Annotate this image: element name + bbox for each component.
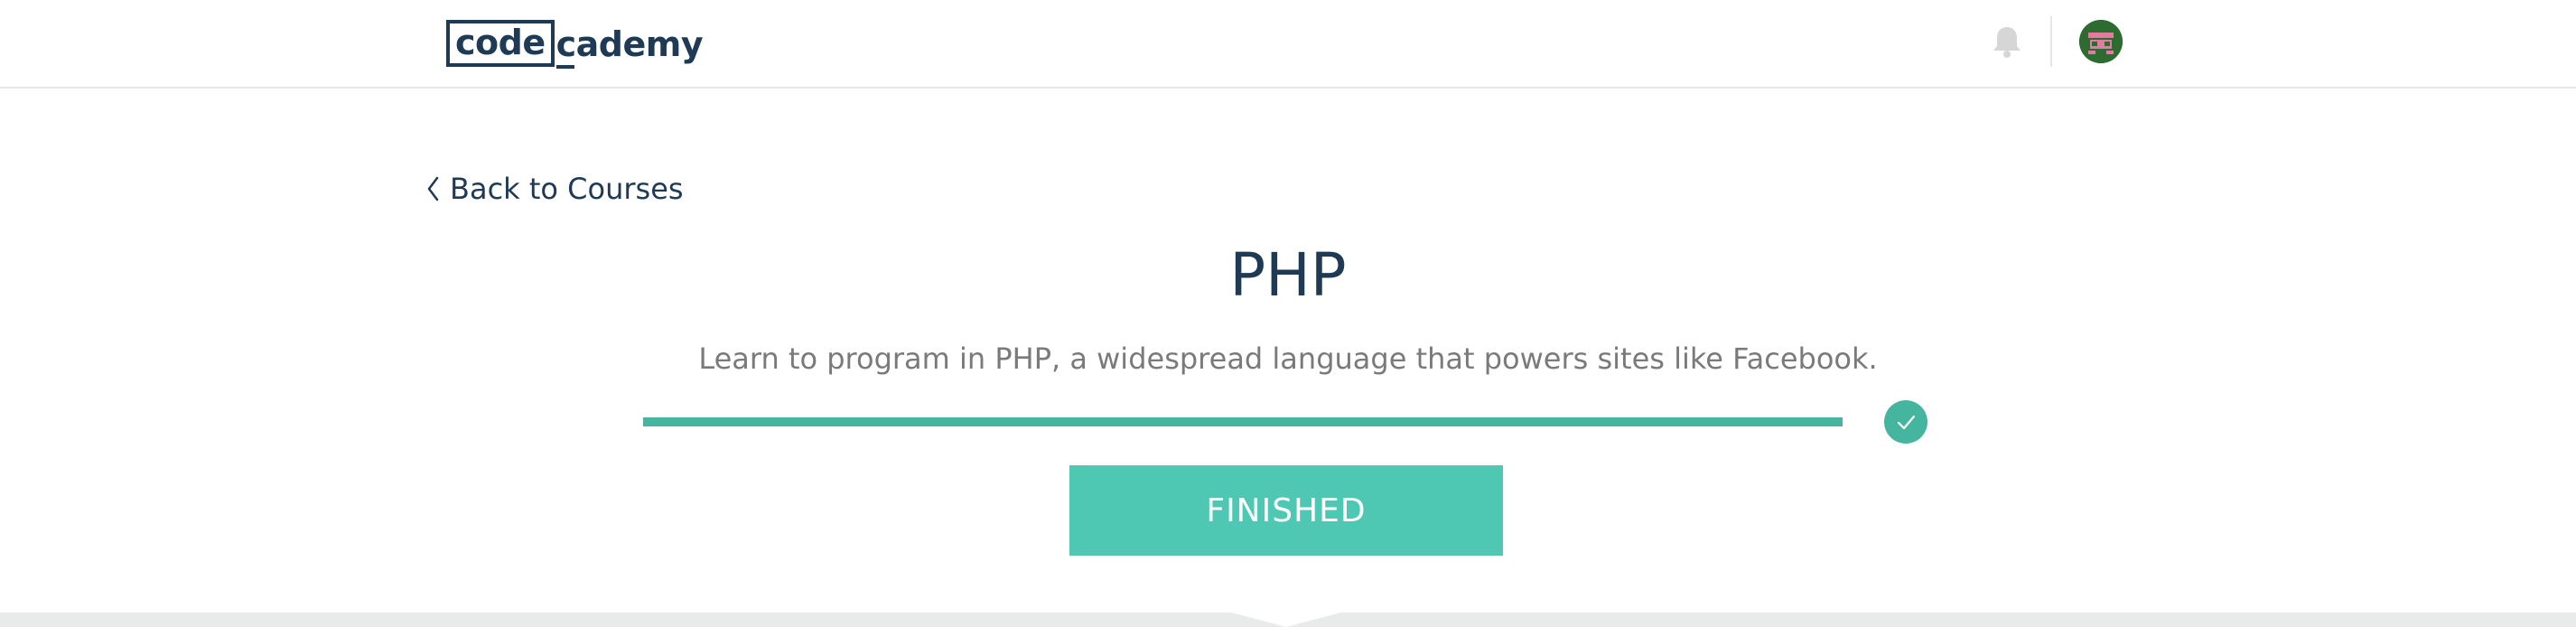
course-description: Learn to program in PHP, a widespread la… — [698, 342, 1878, 376]
finished-button[interactable]: FINISHED — [1069, 465, 1503, 556]
chevron-left-icon — [425, 174, 443, 203]
logo-rest-label: cademy — [555, 24, 704, 64]
back-to-courses-link[interactable]: Back to Courses — [425, 172, 684, 206]
top-navigation-bar: code cademy — [0, 0, 2576, 89]
course-progress-bar — [643, 417, 1843, 426]
logo-rest-text: cademy — [555, 24, 704, 69]
logo-box-text: code — [446, 20, 555, 67]
section-pointer-notch — [1232, 613, 1340, 627]
course-title: PHP — [1229, 240, 1347, 310]
back-to-courses-label: Back to Courses — [450, 172, 684, 206]
codecademy-logo[interactable]: code cademy — [446, 20, 704, 69]
avatar-icon[interactable] — [2079, 20, 2123, 63]
bell-icon[interactable] — [1991, 23, 2023, 60]
logo-cursor-mark — [555, 65, 574, 69]
header-divider — [2050, 16, 2052, 67]
course-progress-fill — [643, 417, 1843, 426]
check-icon — [1884, 400, 1927, 444]
